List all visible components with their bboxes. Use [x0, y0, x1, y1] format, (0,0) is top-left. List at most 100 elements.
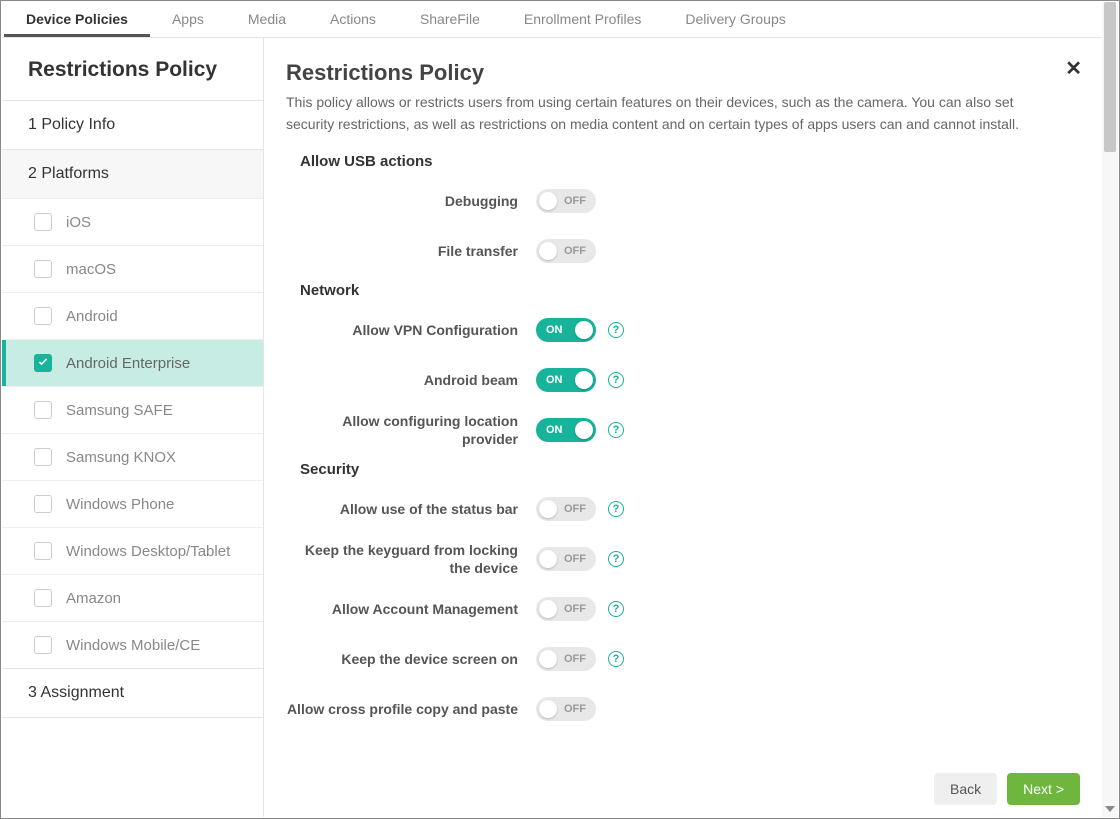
help-icon[interactable]: ? [608, 422, 624, 438]
platform-checkbox[interactable] [34, 260, 52, 278]
platform-checkbox[interactable] [34, 589, 52, 607]
top-tab-enrollment-profiles[interactable]: Enrollment Profiles [502, 1, 664, 37]
setting-row: Allow cross profile copy and paste OFF [286, 688, 1062, 730]
setting-label: Allow configuring location provider [286, 412, 536, 448]
platform-label: Windows Phone [66, 496, 174, 513]
platform-label: Samsung SAFE [66, 402, 173, 419]
top-tab-actions[interactable]: Actions [308, 1, 398, 37]
platform-checkbox[interactable] [34, 495, 52, 513]
toggle-switch[interactable]: ON [536, 368, 596, 392]
scroll-down-icon[interactable] [1102, 801, 1118, 817]
setting-row: File transferOFF [286, 230, 1062, 272]
platform-item-samsung-knox[interactable]: Samsung KNOX [2, 433, 263, 480]
platform-item-ios[interactable]: iOS [2, 198, 263, 245]
setting-row: Android beam ON? [286, 359, 1062, 401]
page-title: Restrictions Policy [286, 60, 1062, 86]
help-icon[interactable]: ? [608, 651, 624, 667]
toggle-state-label: OFF [564, 653, 586, 665]
platform-item-amazon[interactable]: Amazon [2, 574, 263, 621]
platform-item-android[interactable]: Android [2, 292, 263, 339]
toggle-state-label: OFF [564, 195, 586, 207]
toggle-state-label: OFF [564, 703, 586, 715]
close-icon[interactable]: ✕ [1065, 56, 1082, 81]
toggle-knob [575, 421, 593, 439]
platform-checkbox[interactable] [34, 401, 52, 419]
toggle-switch[interactable]: OFF [536, 697, 596, 721]
setting-label: Allow Account Management [286, 600, 536, 618]
platform-item-windows-phone[interactable]: Windows Phone [2, 480, 263, 527]
top-tab-bar: Device PoliciesAppsMediaActionsShareFile… [2, 2, 1102, 38]
toggle-knob [539, 700, 557, 718]
setting-label: Allow cross profile copy and paste [286, 700, 536, 718]
top-tab-sharefile[interactable]: ShareFile [398, 1, 502, 37]
toggle-switch[interactable]: ON [536, 318, 596, 342]
toggle-knob [539, 550, 557, 568]
toggle-state-label: ON [546, 374, 563, 386]
toggle-switch[interactable]: ON [536, 418, 596, 442]
setting-row: Keep the keyguard from locking the devic… [286, 538, 1062, 580]
platform-label: Windows Mobile/CE [66, 637, 200, 654]
setting-row: DebuggingOFF [286, 180, 1062, 222]
sidebar-step-platforms[interactable]: 2 Platforms [2, 149, 263, 198]
top-tab-device-policies[interactable]: Device Policies [4, 1, 150, 37]
sidebar-step-policy-info[interactable]: 1 Policy Info [2, 100, 263, 149]
platform-item-windows-desktop-tablet[interactable]: Windows Desktop/Tablet [2, 527, 263, 574]
platform-label: iOS [66, 214, 91, 231]
next-button[interactable]: Next > [1007, 773, 1080, 805]
back-button[interactable]: Back [934, 773, 997, 805]
toggle-knob [539, 650, 557, 668]
toggle-state-label: OFF [564, 603, 586, 615]
platform-checkbox[interactable] [34, 307, 52, 325]
help-icon[interactable]: ? [608, 501, 624, 517]
help-icon[interactable]: ? [608, 322, 624, 338]
help-icon[interactable]: ? [608, 551, 624, 567]
platform-item-samsung-safe[interactable]: Samsung SAFE [2, 386, 263, 433]
group-header: Network [300, 282, 1062, 299]
help-icon[interactable]: ? [608, 372, 624, 388]
wizard-footer: Back Next > [264, 761, 1102, 817]
setting-label: Allow VPN Configuration [286, 321, 536, 339]
setting-label: Allow use of the status bar [286, 500, 536, 518]
toggle-knob [539, 242, 557, 260]
toggle-state-label: ON [546, 424, 563, 436]
platform-item-macos[interactable]: macOS [2, 245, 263, 292]
group-header: Allow USB actions [300, 153, 1062, 170]
setting-row: Allow Account Management OFF? [286, 588, 1062, 630]
platform-checkbox[interactable] [34, 213, 52, 231]
scrollbar-thumb[interactable] [1104, 2, 1116, 152]
toggle-state-label: OFF [564, 553, 586, 565]
sidebar-step-assignment[interactable]: 3 Assignment [2, 668, 263, 718]
platform-label: Android Enterprise [66, 355, 190, 372]
toggle-switch[interactable]: OFF [536, 239, 596, 263]
setting-label: Keep the device screen on [286, 650, 536, 668]
platform-label: Amazon [66, 590, 121, 607]
setting-row: Keep the device screen on OFF? [286, 638, 1062, 680]
platform-checkbox[interactable] [34, 448, 52, 466]
toggle-knob [539, 192, 557, 210]
toggle-switch[interactable]: OFF [536, 497, 596, 521]
platform-label: Android [66, 308, 118, 325]
platform-label: macOS [66, 261, 116, 278]
top-tab-delivery-groups[interactable]: Delivery Groups [663, 1, 807, 37]
toggle-switch[interactable]: OFF [536, 189, 596, 213]
top-tab-media[interactable]: Media [226, 1, 308, 37]
top-tab-apps[interactable]: Apps [150, 1, 226, 37]
platform-item-windows-mobile-ce[interactable]: Windows Mobile/CE [2, 621, 263, 668]
toggle-switch[interactable]: OFF [536, 547, 596, 571]
group-header: Security [300, 461, 1062, 478]
help-icon[interactable]: ? [608, 601, 624, 617]
toggle-switch[interactable]: OFF [536, 647, 596, 671]
platform-checkbox[interactable] [34, 542, 52, 560]
setting-row: Allow configuring location provider ON? [286, 409, 1062, 451]
page-scrollbar[interactable] [1102, 2, 1118, 817]
sidebar-title: Restrictions Policy [2, 38, 263, 100]
toggle-knob [539, 600, 557, 618]
toggle-switch[interactable]: OFF [536, 597, 596, 621]
platform-checkbox[interactable] [34, 354, 52, 372]
platform-checkbox[interactable] [34, 636, 52, 654]
toggle-knob [575, 371, 593, 389]
platform-label: Samsung KNOX [66, 449, 176, 466]
platform-item-android-enterprise[interactable]: Android Enterprise [2, 339, 263, 386]
toggle-knob [575, 321, 593, 339]
setting-label: Android beam [286, 371, 536, 389]
